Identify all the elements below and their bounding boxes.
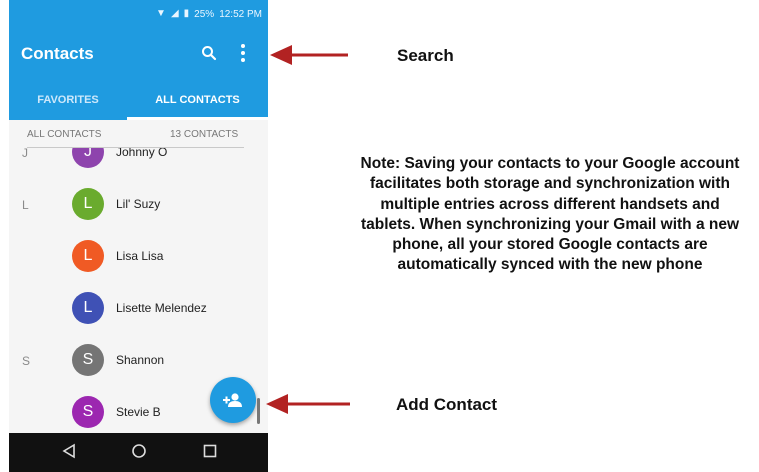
recents-icon[interactable] (202, 443, 218, 459)
contact-name: Stevie B (116, 405, 161, 419)
wifi-icon: ▼ (156, 8, 166, 19)
battery-icon: ▮ (183, 8, 190, 19)
contact-row[interactable]: L Lisa Lisa (9, 231, 268, 283)
scrollbar[interactable] (257, 398, 260, 424)
tab-bar: FAVORITES ALL CONTACTS (9, 80, 268, 120)
clock: 12:52 PM (219, 8, 262, 20)
contact-count: 13 CONTACTS (170, 129, 239, 140)
phone-screen: ▼ ◢ ▮ 25% 12:52 PM Contacts FAVORITES AL… (9, 0, 268, 472)
nav-bar (9, 433, 268, 472)
app-title: Contacts (21, 44, 94, 63)
add-contact-icon (223, 393, 242, 407)
contact-name: Lisa Lisa (116, 249, 164, 263)
avatar: L (72, 292, 104, 324)
avatar: L (72, 240, 104, 272)
signal-icon: ◢ (170, 8, 179, 19)
search-annotation: Search (397, 46, 454, 65)
section-letter: L (22, 198, 29, 212)
list-header: ALL CONTACTS 13 CONTACTS (9, 120, 268, 148)
section-letter: S (22, 354, 31, 368)
contact-row[interactable]: J J Johnny O (9, 148, 268, 179)
tab-all-contacts[interactable]: ALL CONTACTS (127, 80, 268, 120)
home-icon[interactable] (131, 443, 147, 459)
note-text: Note: Saving your contacts to your Googl… (360, 155, 740, 274)
tab-favorites[interactable]: FAVORITES (9, 80, 127, 120)
add-contact-arrow (266, 394, 350, 414)
contact-row[interactable]: L L Lil' Suzy (9, 179, 268, 231)
avatar: S (72, 344, 104, 376)
search-icon[interactable] (201, 45, 217, 61)
tab-favorites-label: FAVORITES (37, 94, 99, 106)
add-contact-annotation: Add Contact (396, 395, 498, 414)
search-arrow (270, 45, 348, 65)
tab-all-contacts-label: ALL CONTACTS (155, 94, 240, 106)
section-letter: J (22, 148, 28, 160)
avatar: S (72, 396, 104, 428)
battery-level: 25% (194, 8, 215, 20)
avatar: J (72, 148, 104, 168)
more-vert-icon[interactable] (239, 42, 247, 64)
add-contact-button[interactable] (210, 377, 256, 423)
avatar: L (72, 188, 104, 220)
back-icon[interactable] (61, 443, 77, 459)
contact-name: Lisette Melendez (116, 301, 207, 315)
contact-name: Lil' Suzy (116, 197, 161, 211)
list-header-left: ALL CONTACTS (27, 129, 102, 140)
status-bar: ▼ ◢ ▮ 25% 12:52 PM (9, 0, 268, 28)
contact-name: Shannon (116, 353, 165, 367)
app-bar: Contacts (9, 28, 268, 80)
contact-name: Johnny O (116, 148, 168, 159)
contact-row[interactable]: L Lisette Melendez (9, 283, 268, 335)
